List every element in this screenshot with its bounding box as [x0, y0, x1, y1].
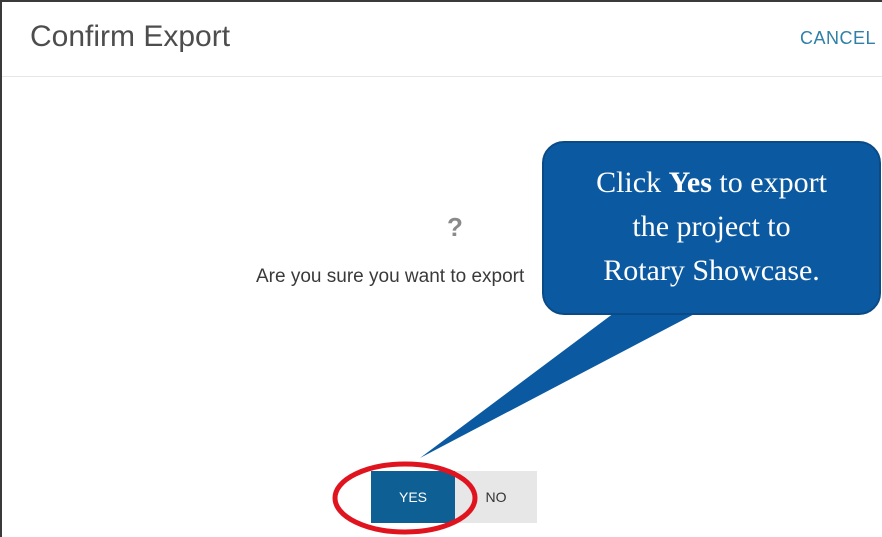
callout-prefix: Click — [596, 166, 669, 199]
callout-line-1: Click Yes to export — [544, 161, 879, 205]
callout-suffix: to export — [711, 166, 827, 199]
callout-line-3: Rotary Showcase. — [603, 254, 820, 287]
callout-bold: Yes — [668, 166, 712, 199]
callout-line-2: the project to — [632, 210, 791, 243]
callout-box: Click Yes to export the project to Rotar… — [542, 141, 881, 315]
highlight-ring — [332, 461, 478, 535]
callout-pointer-tail — [420, 310, 702, 458]
